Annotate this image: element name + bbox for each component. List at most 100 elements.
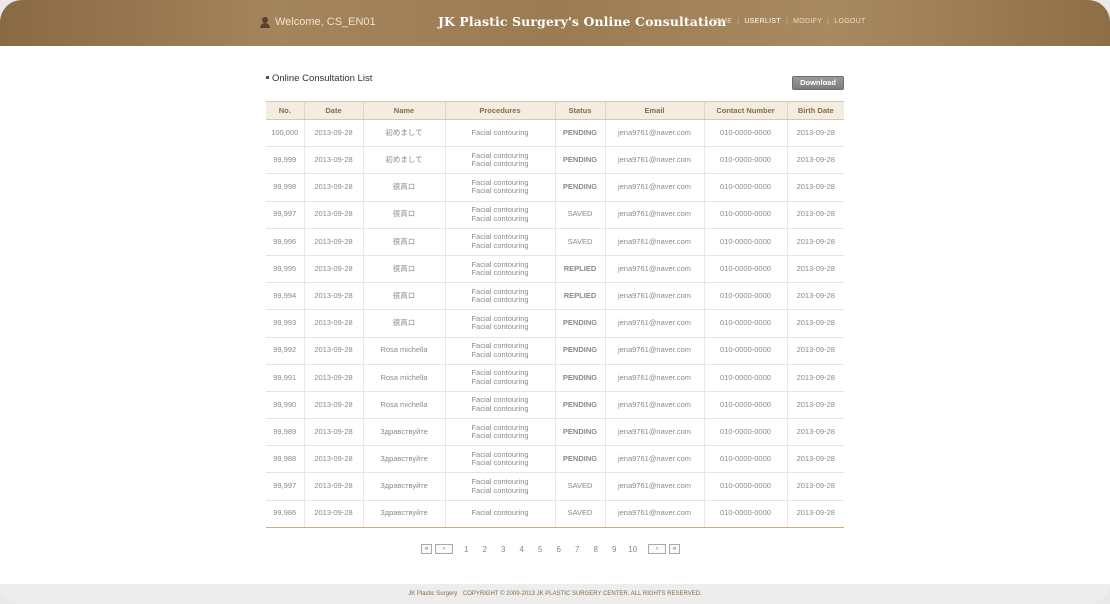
nav-logout[interactable]: LOGOUT [834, 18, 865, 25]
page-link-9[interactable]: 9 [605, 545, 624, 554]
table-row[interactable]: 99,990 2013-09-28 Rosa michella Facial cont… [266, 391, 844, 420]
table-row[interactable]: 99,988 2013-09-28 Здравствуйте Facial conto… [266, 445, 844, 474]
page-link-1[interactable]: 1 [457, 545, 476, 554]
cell-date: 2013-09-28 [303, 391, 363, 420]
table-row[interactable]: 99,986 2013-09-28 Здравствуйте Facial conto… [266, 500, 844, 528]
cell-birth-date: 2013-09-28 [786, 119, 844, 148]
page-link-5[interactable]: 5 [531, 545, 550, 554]
section-title-text: Online Consultation List [272, 73, 373, 84]
nav-separator: | [827, 18, 830, 25]
cell-contact: 010-0000-0000 [703, 445, 787, 474]
cell-no: 99,999 [266, 146, 304, 175]
cell-date: 2013-09-28 [303, 119, 363, 148]
table-row[interactable]: 99,999 2013-09-28 初めまして Facial contouring Fa… [266, 146, 844, 175]
cell-procedures: Facial contouring Facial contouring [444, 146, 555, 175]
site-header: Welcome, CS_EN01 JK Plastic Surgery's On… [0, 0, 1110, 46]
column-header-birth-date[interactable]: Birth Date [786, 101, 844, 120]
page-link-3[interactable]: 3 [494, 545, 513, 554]
cell-no: 99,998 [266, 173, 304, 202]
table-row[interactable]: 99,998 2013-09-28 很高ロ Facial contouring Faci… [266, 173, 844, 202]
procedure-item: Facial contouring [471, 508, 529, 518]
cell-status: SAVED [554, 472, 605, 501]
footer-copyright: COPYRIGHT © 2009-2013 JK PLASTIC SURGERY… [462, 591, 702, 597]
cell-birth-date: 2013-09-28 [786, 500, 844, 528]
user-icon [259, 16, 271, 28]
cell-procedures: Facial contouring Facial contouring [444, 309, 555, 338]
cell-birth-date: 2013-09-28 [786, 472, 844, 501]
cell-contact: 010-0000-0000 [703, 119, 787, 148]
table-row[interactable]: 100,000 2013-09-28 初めまして Facial contouring P… [266, 119, 844, 148]
site-footer: JK Plastic Surgery COPYRIGHT © 2009-2013… [0, 584, 1110, 604]
cell-no: 99,986 [266, 500, 304, 528]
cell-status: PENDING [554, 146, 605, 175]
column-header-name[interactable]: Name [362, 101, 445, 120]
cell-name: 初めまして [362, 119, 445, 148]
nav-separator: | [785, 18, 789, 25]
table-row[interactable]: 99,994 2013-09-28 很高ロ Facial contouring Faci… [266, 282, 844, 311]
cell-name: 很高ロ [362, 173, 445, 202]
cell-email: jena9761@naver.com [604, 309, 704, 338]
nav-home[interactable]: HOME [710, 18, 732, 25]
page-link-4[interactable]: 4 [513, 545, 532, 554]
download-button[interactable]: Download [792, 76, 844, 90]
next-page-button[interactable]: › [648, 544, 666, 554]
table-row[interactable]: 99,997 2013-09-28 很高ロ Facial contouring Faci… [266, 201, 844, 229]
cell-date: 2013-09-28 [303, 445, 363, 474]
cell-name: Здравствуйте [362, 500, 445, 528]
cell-birth-date: 2013-09-28 [786, 146, 844, 175]
cell-no: 99,996 [266, 228, 304, 256]
column-header-procedures[interactable]: Procedures [444, 101, 555, 120]
prev-page-button[interactable]: ‹ [435, 544, 453, 554]
cell-contact: 010-0000-0000 [703, 337, 787, 365]
cell-contact: 010-0000-0000 [703, 255, 787, 284]
cell-name: 很高ロ [362, 201, 445, 229]
nav-userlist[interactable]: USERLIST [744, 18, 781, 25]
procedure-item: Facial contouring [471, 268, 529, 278]
column-header-date[interactable]: Date [303, 101, 363, 120]
page-link-7[interactable]: 7 [568, 545, 587, 554]
first-page-button[interactable]: « [421, 544, 432, 554]
cell-name: Rosa michella [362, 337, 445, 365]
cell-contact: 010-0000-0000 [703, 201, 787, 229]
cell-procedures: Facial contouring Facial contouring [444, 445, 555, 474]
cell-no: 99,991 [266, 364, 304, 392]
cell-status: SAVED [554, 500, 605, 528]
last-page-button[interactable]: » [669, 544, 680, 554]
procedure-item: Facial contouring [471, 213, 529, 223]
procedure-item: Facial contouring [471, 349, 529, 359]
column-header-email[interactable]: Email [604, 101, 704, 120]
cell-status: PENDING [554, 445, 605, 474]
cell-birth-date: 2013-09-28 [786, 282, 844, 311]
column-header-status[interactable]: Status [554, 101, 605, 120]
cell-contact: 010-0000-0000 [703, 472, 787, 501]
page-link-10[interactable]: 10 [624, 545, 643, 554]
cell-date: 2013-09-28 [303, 282, 363, 311]
cell-birth-date: 2013-09-28 [786, 445, 844, 474]
table-row[interactable]: 99,991 2013-09-28 Rosa michella Facial cont… [266, 364, 844, 392]
table-row[interactable]: 99,989 2013-09-28 Здравствуйте Facial conto… [266, 418, 844, 447]
nav-separator: | [737, 18, 740, 25]
column-header-contact[interactable]: Contact Number [703, 101, 787, 120]
cell-email: jena9761@naver.com [604, 445, 704, 474]
nav-modify[interactable]: MODIFY [793, 18, 822, 25]
table-header-row: No. Date Name Procedures Status Email Co… [266, 101, 844, 120]
cell-contact: 010-0000-0000 [703, 173, 787, 202]
page-link-8[interactable]: 8 [587, 545, 606, 554]
cell-procedures: Facial contouring Facial contouring [444, 418, 555, 447]
table-row[interactable]: 99,995 2013-09-28 很高ロ Facial contouring Faci… [266, 255, 844, 284]
cell-contact: 010-0000-0000 [703, 282, 787, 311]
page-link-2[interactable]: 2 [476, 545, 495, 554]
table-row[interactable]: 99,997 2013-09-28 Здравствуйте Facial conto… [266, 472, 844, 501]
cell-date: 2013-09-28 [303, 173, 363, 202]
table-row[interactable]: 99,992 2013-09-28 Rosa michella Facial cont… [266, 337, 844, 365]
cell-email: jena9761@naver.com [604, 337, 704, 365]
cell-name: 很高ロ [362, 228, 445, 256]
cell-procedures: Facial contouring Facial contouring [444, 472, 555, 501]
column-header-no[interactable]: No. [266, 101, 304, 120]
cell-no: 99,988 [266, 445, 304, 474]
table-row[interactable]: 99,996 2013-09-28 很高ロ Facial contouring Faci… [266, 228, 844, 256]
cell-contact: 010-0000-0000 [703, 500, 787, 528]
table-row[interactable]: 99,993 2013-09-28 很高ロ Facial contouring Faci… [266, 309, 844, 338]
cell-contact: 010-0000-0000 [703, 228, 787, 256]
page-link-6[interactable]: 6 [550, 545, 569, 554]
